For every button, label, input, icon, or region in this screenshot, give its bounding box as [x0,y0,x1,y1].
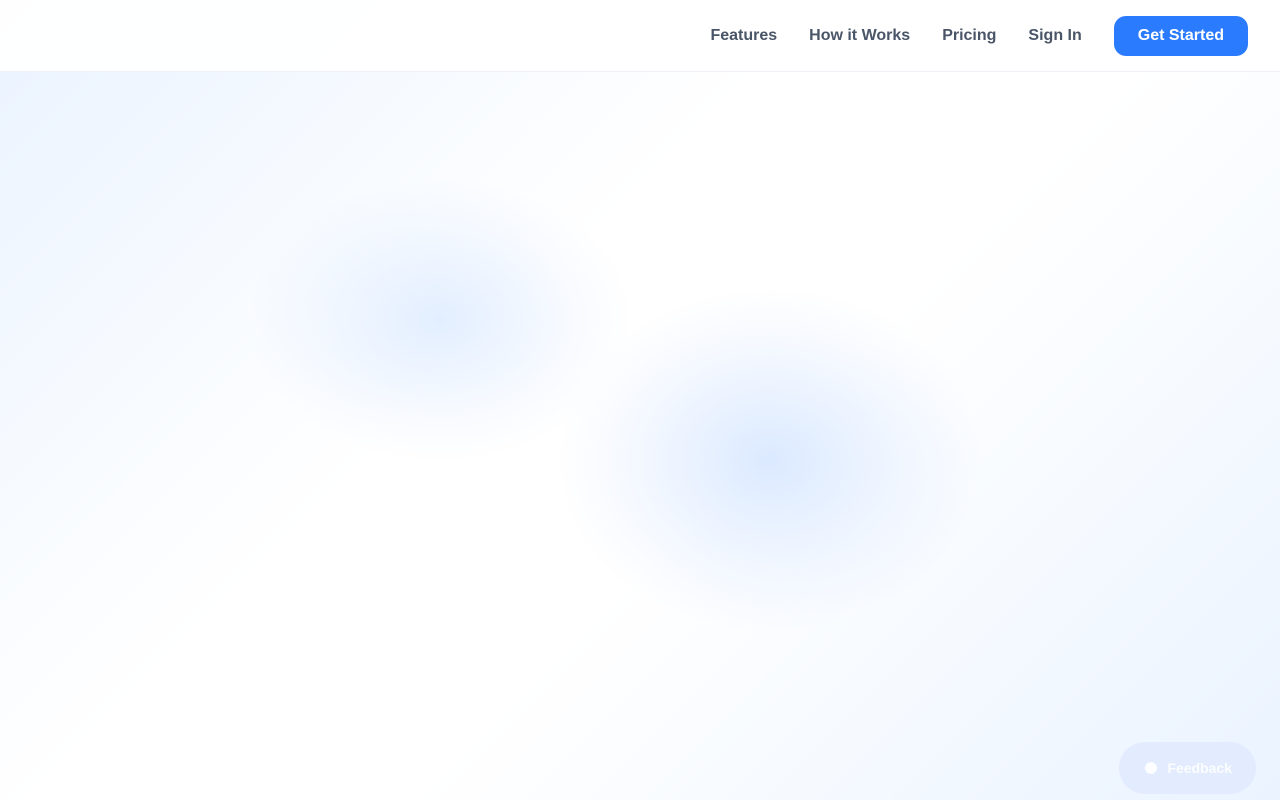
nav-link-features[interactable]: Features [710,27,777,45]
feedback-button[interactable]: Feedback [1119,742,1256,794]
nav-links: Features How it Works Pricing Sign In Ge… [678,15,1248,56]
get-started-button[interactable]: Get Started [1113,15,1248,56]
background-glow-center [560,290,980,630]
chat-bubble-icon [1145,762,1158,774]
background-glow-left [250,180,630,460]
nav-link-how-it-works[interactable]: How it Works [809,27,910,45]
nav-link-sign-in[interactable]: Sign In [1028,27,1081,45]
nav-link-pricing[interactable]: Pricing [942,27,996,45]
feedback-label: Feedback [1167,760,1232,776]
top-navbar: Features How it Works Pricing Sign In Ge… [0,0,1280,72]
